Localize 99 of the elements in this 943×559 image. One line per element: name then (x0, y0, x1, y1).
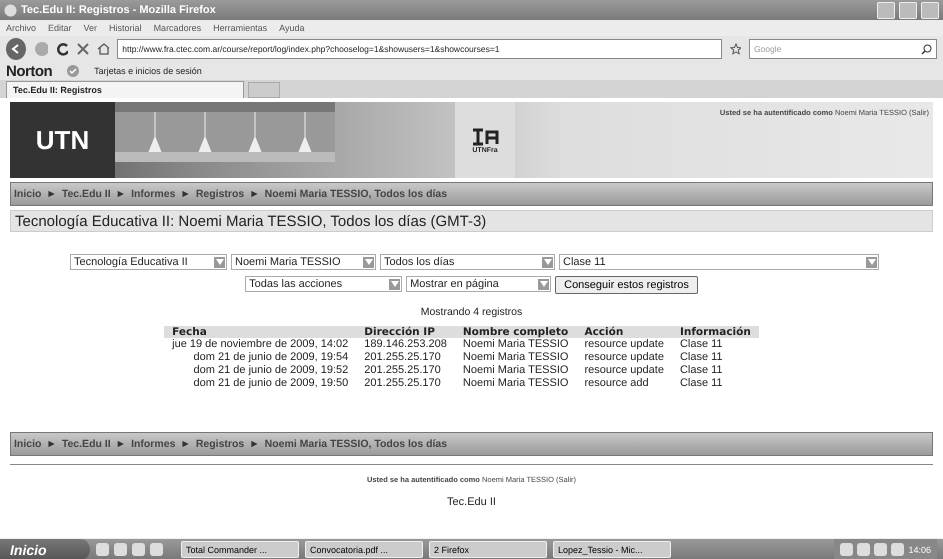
page-heading: Tecnología Educativa II: Noemi Maria TESSIO, Todos los días (GMT-3) (10, 210, 933, 232)
separator: ► (180, 438, 191, 450)
minimize-button[interactable] (877, 2, 895, 18)
back-button[interactable] (6, 38, 26, 60)
table-cell: jue 19 de noviembre de 2009, 14:02 (164, 338, 356, 351)
stop-icon[interactable] (76, 42, 89, 56)
toolbar-brand[interactable]: Norton (6, 62, 52, 80)
table-cell-text: Noemi Maria TESSIO (462, 364, 570, 377)
tray-icon[interactable] (857, 543, 870, 556)
toolbar-item[interactable]: Tarjetas e inicios de sesión (94, 66, 202, 76)
table-cell-text: dom 21 de junio de 2009, 19:54 (192, 351, 350, 364)
breadcrumb-link[interactable]: Tec.Edu II (62, 438, 111, 450)
tray-icon[interactable] (891, 543, 904, 556)
table-cell: resource update (576, 338, 672, 351)
course-link[interactable]: Tec.Edu II (10, 496, 933, 508)
separator: ► (46, 188, 57, 200)
select-dropdown[interactable]: Tecnología Educativa II (70, 254, 227, 270)
taskbar-button[interactable]: Total Commander ... (181, 541, 299, 558)
column-header: Nombre completo (454, 326, 576, 338)
table-cell-text: dom 21 de junio de 2009, 19:52 (192, 364, 350, 377)
select-dropdown[interactable]: Noemi Maria TESSIO (231, 254, 376, 270)
menu-item[interactable]: Archivo (6, 23, 36, 33)
menu-item[interactable]: Marcadores (154, 23, 202, 33)
clock: 14:06 (908, 544, 931, 554)
star-icon[interactable] (730, 43, 741, 55)
taskbar-button[interactable]: Lopez_Tessio - Mic... (553, 541, 671, 558)
start-button[interactable]: Inicio (0, 539, 90, 559)
results-count: Mostrando 4 registros (420, 306, 524, 318)
quick-launch-icon[interactable] (132, 543, 145, 556)
table-cell-text: resource add (583, 377, 650, 390)
separator: ► (249, 188, 260, 200)
browser-tab[interactable]: Tec.Edu II: Registros (6, 81, 244, 98)
window-title: Tec.Edu II: Registros - Mozilla Firefox (21, 4, 216, 16)
dropdown-arrow-icon[interactable] (214, 256, 225, 268)
breadcrumb-link[interactable]: Inicio (14, 188, 42, 200)
menu-item[interactable]: Herramientas (213, 23, 268, 33)
tray-icon[interactable] (840, 543, 854, 556)
column-header: Fecha (164, 326, 356, 338)
table-cell-text: Clase 11 (678, 377, 724, 390)
breadcrumb-link[interactable]: Inicio (14, 438, 42, 450)
table-cell-text: resource update (583, 351, 665, 364)
dropdown-arrow-icon[interactable] (542, 256, 553, 268)
get-logs-button[interactable]: Conseguir estos registros (555, 276, 698, 294)
address-field[interactable]: http://www.fra.ctec.com.ar/course/report/log/index.php?chooselog=1&showusers=1&showcourses=1 (117, 39, 722, 59)
table-cell-text: 201.255.25.170 (363, 351, 442, 364)
breadcrumb-link[interactable]: Tec.Edu II (62, 188, 111, 200)
reload-icon[interactable] (56, 42, 68, 56)
select-dropdown[interactable]: Mostrar en página (406, 276, 552, 292)
maximize-button[interactable] (899, 2, 917, 18)
menu-item[interactable]: Editar (48, 23, 72, 33)
new-tab-button[interactable] (248, 82, 280, 98)
breadcrumb-link[interactable]: Registros (196, 438, 244, 450)
breadcrumb-link[interactable]: Noemi Maria TESSIO, Todos los días (264, 188, 448, 200)
close-button[interactable] (921, 2, 939, 18)
separator: ► (46, 438, 57, 450)
breadcrumb-link[interactable]: Informes (131, 188, 176, 200)
table-cell: 189.146.253.208 (356, 338, 455, 351)
search-icon[interactable] (921, 44, 932, 54)
table-cell-text: Clase 11 (678, 351, 724, 364)
table-cell: Noemi Maria TESSIO (454, 338, 576, 351)
breadcrumb-link[interactable]: Registros (196, 188, 244, 200)
quick-launch-icon[interactable] (150, 543, 163, 556)
taskbar-button[interactable]: 2 Firefox (429, 541, 547, 558)
separator: ► (116, 188, 126, 200)
table-cell-text: Clase 11 (678, 364, 724, 377)
table-cell-text: dom 21 de junio de 2009, 19:50 (192, 377, 350, 390)
breadcrumb-link[interactable]: Noemi Maria TESSIO, Todos los días (264, 438, 448, 450)
select-dropdown[interactable]: Todos los días (380, 254, 555, 270)
taskbar-button[interactable]: Convocatoria.pdf ... (305, 541, 423, 558)
menu-item[interactable]: Ver (84, 23, 98, 33)
table-cell: Clase 11 (672, 338, 759, 351)
dropdown-arrow-icon[interactable] (389, 278, 400, 290)
table-cell-text: 201.255.25.170 (363, 377, 442, 390)
separator: ► (249, 438, 260, 450)
browser-icon (4, 4, 17, 16)
column-header: Dirección IP (356, 326, 455, 338)
quick-launch-icon[interactable] (96, 543, 109, 556)
table-cell-text: Noemi Maria TESSIO (462, 351, 570, 364)
dropdown-arrow-icon[interactable] (538, 278, 550, 290)
column-header: Acción (576, 326, 672, 338)
dropdown-arrow-icon[interactable] (866, 256, 877, 268)
separator: ► (180, 188, 191, 200)
quick-launch-icon[interactable] (114, 543, 127, 556)
select-dropdown[interactable]: Clase 11 (559, 254, 879, 270)
breadcrumb-link[interactable]: Informes (131, 438, 176, 450)
table-cell-text: 201.255.25.170 (363, 364, 442, 377)
forward-icon[interactable] (34, 41, 48, 57)
column-header: Información (672, 326, 759, 338)
table-cell-text: Noemi Maria TESSIO (462, 377, 570, 390)
select-dropdown[interactable]: Todas las acciones (245, 276, 402, 292)
tray-icon[interactable] (874, 543, 888, 556)
home-icon[interactable] (96, 42, 110, 56)
menu-item[interactable]: Historial (109, 23, 142, 33)
check-icon[interactable] (66, 64, 80, 78)
table-cell-text: resource update (583, 364, 665, 377)
menu-item[interactable]: Ayuda (279, 23, 304, 33)
dropdown-arrow-icon[interactable] (363, 256, 374, 268)
site-logo: UTN (10, 102, 115, 178)
separator: ► (116, 438, 126, 450)
